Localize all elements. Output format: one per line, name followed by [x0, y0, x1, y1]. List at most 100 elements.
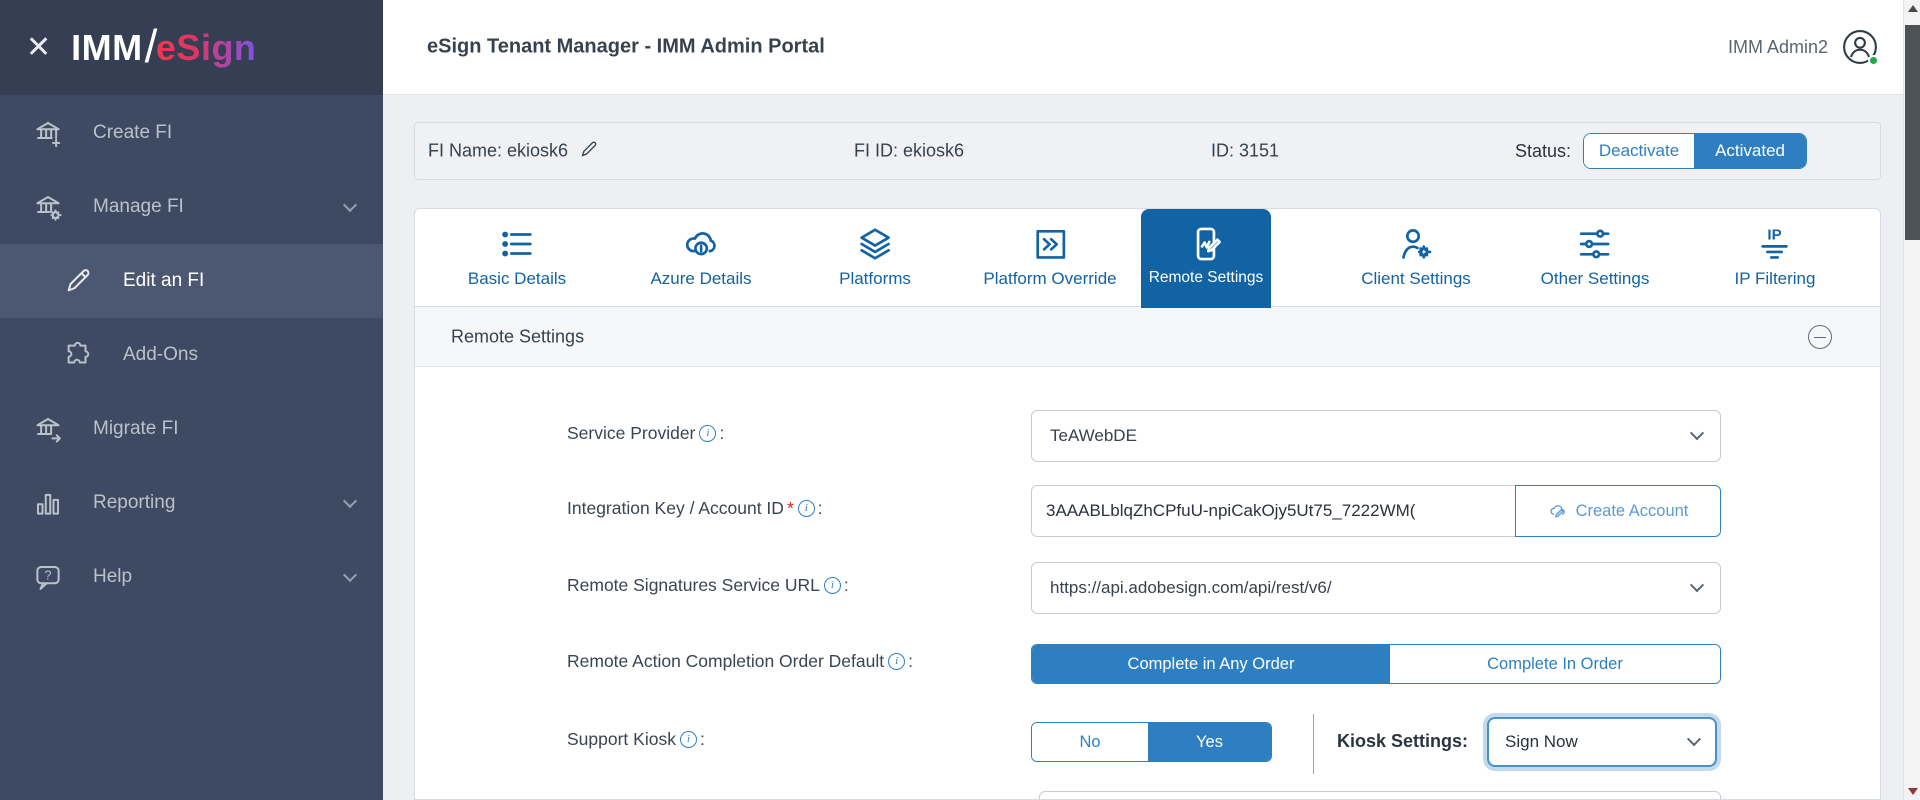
fi-name: FI Name: ekiosk6 — [428, 138, 600, 165]
sidebar-item-edit-an-fi[interactable]: Edit an FI — [0, 244, 383, 318]
chevron-down-icon — [343, 568, 357, 582]
support-kiosk-toggle: No Yes — [1031, 722, 1272, 762]
cloud-pen-icon — [1548, 501, 1568, 521]
bar-chart-icon — [33, 488, 63, 518]
logo-esign-text: eSign — [156, 27, 257, 69]
required-asterisk: * — [787, 498, 794, 518]
panel-header: Remote Settings — [415, 307, 1880, 367]
sidebar-item-create-fi[interactable]: Create FI — [0, 96, 383, 170]
service-url-select[interactable]: https://api.adobesign.com/api/rest/v6/ — [1031, 562, 1721, 614]
sidebar-item-label: Reporting — [93, 492, 175, 514]
sliders-icon — [1576, 225, 1614, 263]
info-icon[interactable]: i — [798, 500, 815, 517]
cloud-info-icon — [682, 225, 720, 263]
kiosk-settings-value: Sign Now — [1505, 732, 1578, 752]
activated-button[interactable]: Activated — [1694, 134, 1806, 168]
info-icon[interactable]: i — [824, 577, 841, 594]
tab-label: Platform Override — [983, 269, 1116, 289]
tab-label: Platforms — [839, 269, 911, 289]
kiosk-no-option[interactable]: No — [1032, 723, 1148, 761]
next-field-cutoff[interactable] — [1039, 791, 1721, 800]
info-icon[interactable]: i — [888, 653, 905, 670]
info-icon[interactable]: i — [699, 425, 716, 442]
tab-label: IP Filtering — [1735, 269, 1816, 289]
vertical-scrollbar[interactable] — [1903, 0, 1920, 800]
scroll-up-arrow[interactable] — [1904, 0, 1920, 17]
logo-slash: / — [145, 19, 158, 73]
svg-text:?: ? — [45, 569, 52, 583]
tab-azure-details[interactable]: Azure Details — [650, 209, 751, 307]
deactivate-button[interactable]: Deactivate — [1584, 134, 1694, 168]
avatar[interactable] — [1842, 29, 1878, 65]
tab-basic-details[interactable]: Basic Details — [468, 209, 566, 307]
bank-gear-icon — [33, 192, 63, 222]
sidebar-nav: Create FI Manage FI Edit an FI Add-Ons — [0, 96, 383, 614]
layers-icon — [856, 225, 894, 263]
sidebar-item-manage-fi[interactable]: Manage FI — [0, 170, 383, 244]
create-account-button[interactable]: Create Account — [1515, 485, 1721, 537]
service-provider-select[interactable]: TeAWebDE — [1031, 410, 1721, 462]
integration-key-input[interactable]: 3AAABLblqZhCPfuU-npiCakOjy5Ut75_7222WM( — [1031, 485, 1515, 537]
sidebar-item-label: Create FI — [93, 122, 172, 144]
sidebar-item-label: Add-Ons — [123, 344, 198, 366]
tab-label: Remote Settings — [1149, 269, 1264, 287]
service-url-label: Remote Signatures Service URLi: — [567, 575, 849, 596]
device-signature-icon — [1187, 225, 1225, 263]
tab-ip-filtering[interactable]: IP IP Filtering — [1735, 209, 1816, 307]
ip-filter-icon: IP — [1756, 225, 1794, 263]
fi-info-bar: FI Name: ekiosk6 FI ID: ekiosk6 ID: 3151… — [414, 122, 1881, 180]
page-title: eSign Tenant Manager - IMM Admin Portal — [427, 36, 825, 59]
sidebar-item-migrate-fi[interactable]: Migrate FI — [0, 392, 383, 466]
kiosk-settings-label: Kiosk Settings: — [1337, 731, 1468, 752]
integration-key-group: 3AAABLblqZhCPfuU-npiCakOjy5Ut75_7222WM( … — [1031, 485, 1721, 537]
sidebar-item-label: Migrate FI — [93, 418, 179, 440]
completion-order-label: Remote Action Completion Order Defaulti: — [567, 651, 913, 672]
top-header: eSign Tenant Manager - IMM Admin Portal … — [383, 0, 1920, 95]
status-toggle: Deactivate Activated — [1583, 133, 1807, 169]
puzzle-icon — [63, 340, 93, 370]
service-provider-value: TeAWebDE — [1050, 426, 1137, 446]
scrollbar-thumb[interactable] — [1905, 25, 1920, 240]
user-name: IMM Admin2 — [1728, 37, 1828, 58]
status-control: Status: Deactivate Activated — [1515, 133, 1807, 169]
completion-order-toggle: Complete in Any Order Complete In Order — [1031, 644, 1721, 684]
chevron-down-icon — [343, 198, 357, 212]
list-icon — [498, 225, 536, 263]
complete-in-order-option[interactable]: Complete In Order — [1390, 645, 1720, 683]
sidebar-item-label: Manage FI — [93, 196, 184, 218]
bank-arrow-icon — [33, 414, 63, 444]
collapse-panel-icon[interactable] — [1808, 325, 1832, 349]
logo-imm-text: IMM — [71, 27, 142, 69]
chevron-down-icon — [1690, 578, 1704, 592]
sidebar-item-label: Help — [93, 566, 132, 588]
support-kiosk-label: Support Kioski: — [567, 729, 705, 750]
kiosk-settings-select[interactable]: Sign Now — [1487, 717, 1717, 767]
chevron-down-icon — [1687, 732, 1701, 746]
app-logo: IMM/eSign — [71, 21, 256, 75]
fi-numeric-id: ID: 3151 — [1211, 141, 1279, 162]
sidebar-item-help[interactable]: ? Help — [0, 540, 383, 614]
sidebar-item-label: Edit an FI — [123, 270, 204, 292]
sidebar-item-reporting[interactable]: Reporting — [0, 466, 383, 540]
tab-label: Azure Details — [650, 269, 751, 289]
scroll-down-arrow[interactable] — [1904, 783, 1920, 800]
user-menu[interactable]: IMM Admin2 — [1728, 29, 1878, 65]
help-bubble-icon: ? — [33, 562, 63, 592]
sidebar-item-add-ons[interactable]: Add-Ons — [0, 318, 383, 392]
sidebar: ✕ IMM/eSign Create FI Manage FI Edit an … — [0, 0, 383, 800]
close-menu-icon[interactable]: ✕ — [26, 33, 51, 63]
tab-platform-override[interactable]: Platform Override — [983, 209, 1116, 307]
tab-remote-settings[interactable]: Remote Settings — [1141, 209, 1271, 308]
tab-client-settings[interactable]: Client Settings — [1361, 209, 1471, 307]
edit-fi-name-icon[interactable] — [578, 138, 600, 165]
complete-any-order-option[interactable]: Complete in Any Order — [1032, 645, 1390, 683]
vertical-divider — [1313, 714, 1314, 774]
svg-text:IP: IP — [1768, 226, 1782, 243]
fi-name-text: FI Name: ekiosk6 — [428, 141, 568, 162]
create-account-label: Create Account — [1576, 502, 1689, 521]
kiosk-yes-option[interactable]: Yes — [1148, 723, 1271, 761]
fi-id: FI ID: ekiosk6 — [854, 141, 964, 162]
tab-other-settings[interactable]: Other Settings — [1541, 209, 1650, 307]
tab-platforms[interactable]: Platforms — [839, 209, 911, 307]
info-icon[interactable]: i — [680, 731, 697, 748]
